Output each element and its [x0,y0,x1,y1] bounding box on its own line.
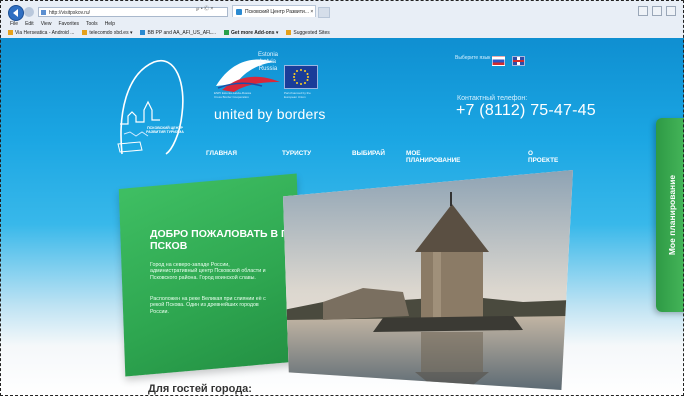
favorite-icon [140,30,146,36]
kremlin-logo-icon [117,59,184,155]
favorites-link-label: Suggested Sites [293,30,330,36]
back-icon[interactable] [8,5,24,21]
pskov-tower-photo [283,170,573,390]
window-controls [638,6,676,16]
favorites-link-label: Via Herseatica - Android ... [15,30,75,36]
favorites-link[interactable]: Get more Add-ons ▾ [224,28,278,38]
favorites-link-label: Get more Add-ons ▾ [231,30,279,36]
favorites-link[interactable]: Suggested Sites [286,28,330,38]
web-page: ПСКОВСКИЙ ЦЕНТР РАЗВИТИЯ ТУРИЗМА Estonia… [0,38,684,396]
menu-edit[interactable]: Edit [25,20,34,28]
favorites-bar: Via Herseatica - Android ... telecomdo x… [0,28,330,38]
favorite-icon [8,30,13,36]
nav-item-my-planning[interactable]: МОЕ ПЛАНИРОВАНИЕ [406,150,460,164]
menu-favorites[interactable]: Favorites [58,20,79,28]
english-flag-icon[interactable] [512,56,525,66]
browser-chrome: http://visitpskov.ru/ ℘ • Ⓒ × Псковский … [0,0,684,39]
favorites-link[interactable]: BB PP and AA_AFI_US_AFL... [140,28,216,38]
favorites-link[interactable]: Via Herseatica - Android ... [8,28,74,38]
forward-icon[interactable] [24,7,34,17]
phone-number: +7 (8112) 75-47-45 [456,102,596,119]
tab-title: Псковский Центр Развити... × [245,9,314,15]
favorites-link-label: telecomdo xbd.es ▾ [89,30,133,36]
address-tools[interactable]: ℘ • Ⓒ × [196,4,213,14]
favorite-icon [286,30,292,36]
program-note: ENPI Estonia-Latvia-Russia Cross Border … [214,91,252,99]
settings-gear-icon[interactable] [666,6,676,16]
logo-caption: ПСКОВСКИЙ ЦЕНТР РАЗВИТИЯ ТУРИЗМА [146,126,184,135]
guests-heading: Для гостей города: [148,383,252,395]
welcome-paragraph-1: Город на северо-западе России, администр… [150,262,266,281]
my-planning-side-tab[interactable]: Мое планирование [656,118,684,312]
menu-file[interactable]: File [10,20,18,28]
menu-help[interactable]: Help [105,20,115,28]
eu-flag-icon [284,65,318,89]
nav-item-about[interactable]: О ПРОЕКТЕ [528,150,558,164]
favorites-link-label: BB PP and AA_AFI_US_AFL... [147,30,217,36]
tower-photo-image [283,170,573,390]
eu-note: Part-financed by the European Union [284,91,311,99]
language-label: Выберите язык [455,55,491,61]
browser-tab[interactable]: Псковский Центр Развити... × [232,5,316,17]
site-logo[interactable]: ПСКОВСКИЙ ЦЕНТР РАЗВИТИЯ ТУРИЗМА [110,54,192,162]
russian-flag-icon[interactable] [492,56,505,66]
address-text: http://visitpskov.ru/ [49,10,91,16]
home-icon[interactable] [638,6,648,16]
phone-label: Контактный телефон: [457,95,528,102]
welcome-title: ДОБРО ПОЖАЛОВАТЬ В Г. ПСКОВ [150,228,289,252]
welcome-paragraph-2: Расположен на реке Великая при слиянии е… [150,296,266,315]
site-favicon-icon [41,10,46,15]
add-ons-icon [224,30,230,36]
country-latvia: Latvia [260,59,277,65]
menu-view[interactable]: View [41,20,52,28]
side-tab-label: Мое планирование [667,174,677,256]
browser-menu-bar: File Edit View Favorites Tools Help [0,20,115,28]
country-russia: Russia [258,66,278,72]
nav-item-choose[interactable]: ВЫБИРАЙ [352,150,385,157]
favorite-icon [82,30,88,36]
slogan: united by borders [214,106,326,122]
nav-item-main[interactable]: ГЛАВНАЯ [206,150,237,157]
country-list: Estonia Latvia Russia [258,52,278,73]
menu-tools[interactable]: Tools [86,20,98,28]
country-estonia: Estonia [258,52,279,58]
favorites-star-icon[interactable] [652,6,662,16]
favorites-link[interactable]: telecomdo xbd.es ▾ [82,28,132,38]
address-row: http://visitpskov.ru/ ℘ • Ⓒ × Псковский … [0,4,684,21]
new-tab-button[interactable] [318,7,330,18]
tab-favicon-icon [236,9,242,15]
nav-item-tourist[interactable]: ТУРИСТУ [282,150,311,157]
